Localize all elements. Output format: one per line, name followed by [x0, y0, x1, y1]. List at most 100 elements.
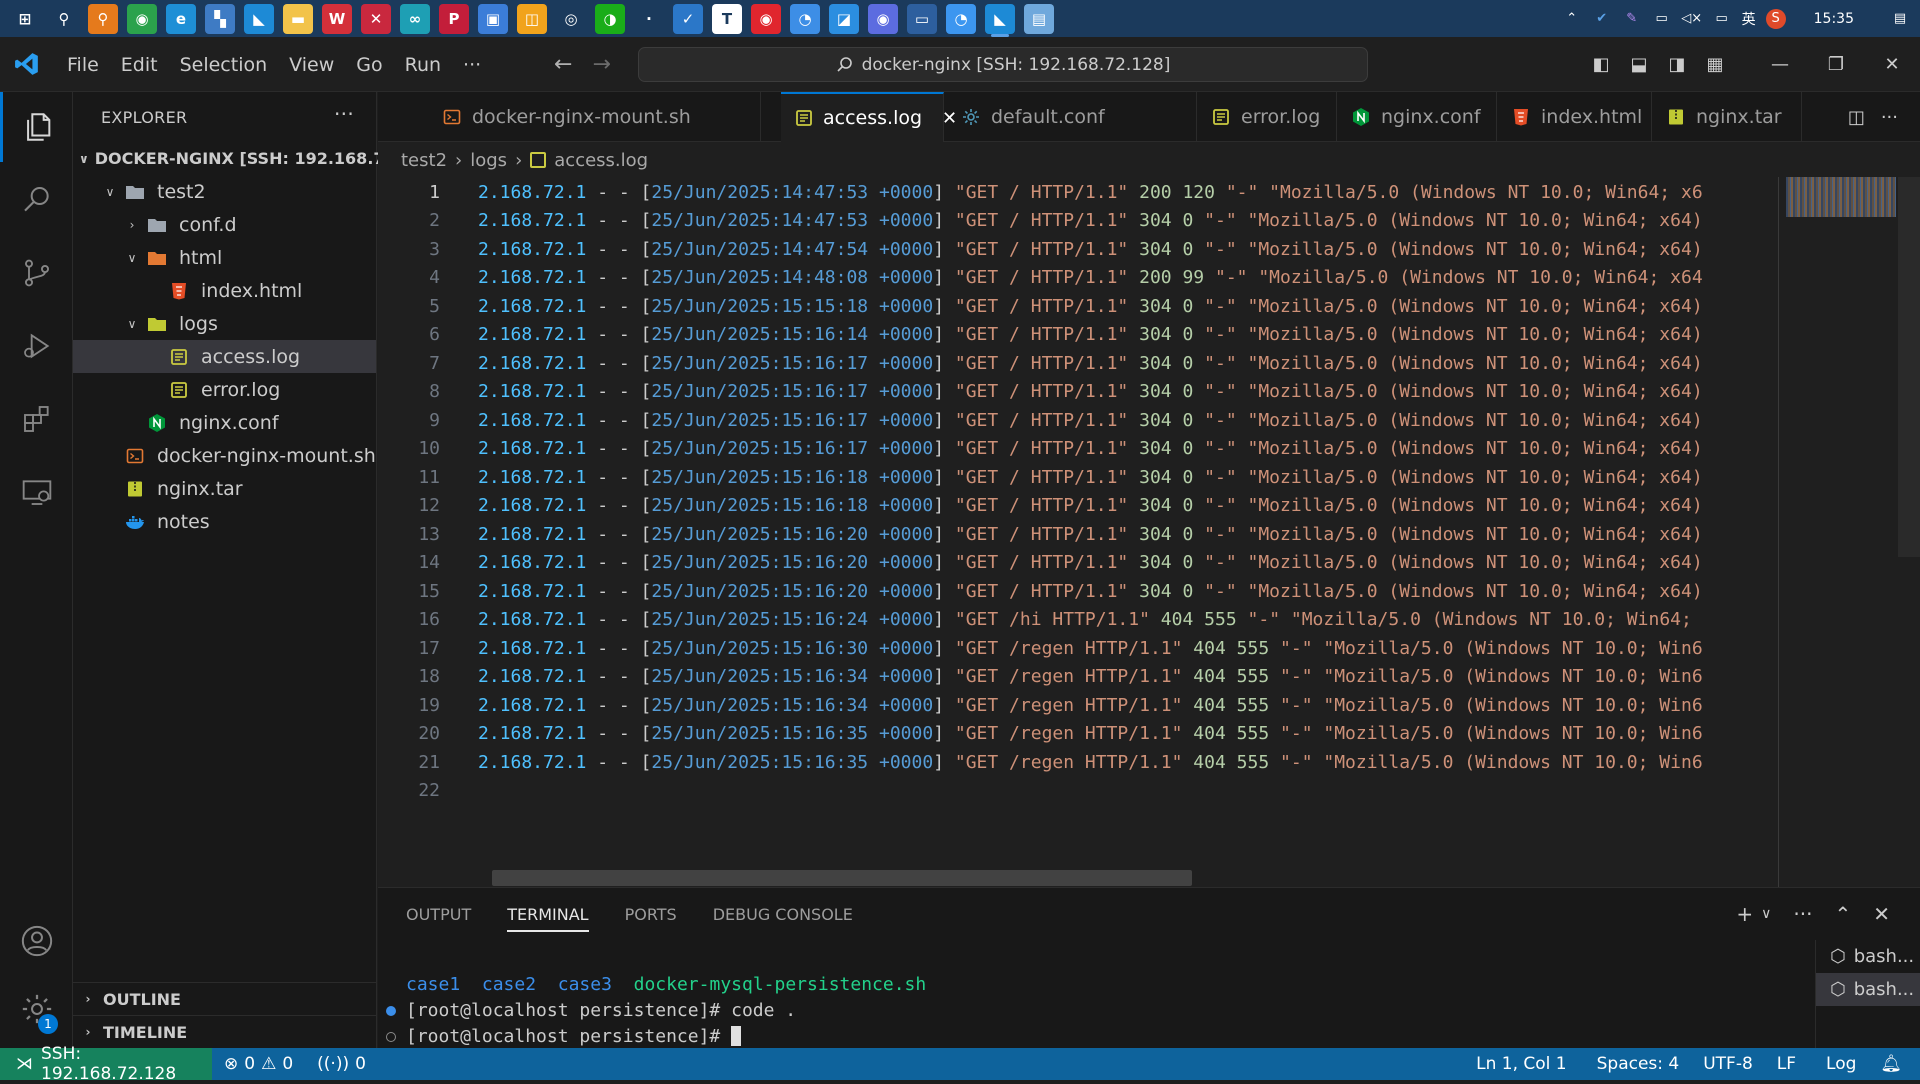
chevron-down-icon[interactable]: ∨: [1761, 906, 1771, 922]
everything-search-icon[interactable]: ⚲: [88, 3, 118, 34]
maximize-panel-icon[interactable]: ⌃: [1834, 902, 1851, 926]
search-activity[interactable]: [0, 165, 73, 235]
toggle-secondary-sidebar-icon[interactable]: ◨: [1658, 37, 1696, 92]
chevron-up-icon[interactable]: ⌃: [1562, 9, 1582, 29]
pen-icon[interactable]: ✎: [1622, 9, 1642, 29]
tree-item-notes[interactable]: notes: [73, 505, 376, 538]
source-control-activity[interactable]: [0, 238, 73, 308]
close-window-icon[interactable]: ✕: [1864, 37, 1920, 92]
menu-more[interactable]: ···: [452, 54, 492, 76]
back-arrow-icon[interactable]: ←: [554, 52, 572, 77]
breadcrumb-item-test2[interactable]: test2: [401, 150, 447, 171]
encoding[interactable]: UTF-8: [1691, 1054, 1765, 1074]
split-editor-icon[interactable]: ◫: [1848, 107, 1865, 128]
snipaste-icon[interactable]: ◫: [517, 3, 547, 34]
tab-nginx-conf[interactable]: nginx.conf: [1337, 92, 1497, 142]
command-decoration-icon[interactable]: [386, 1032, 396, 1042]
app-check-icon[interactable]: ✔: [1592, 9, 1612, 29]
tree-item-docker-nginx-mount-sh[interactable]: docker-nginx-mount.sh: [73, 439, 376, 472]
clock[interactable]: 15:35: [1814, 11, 1854, 27]
forward-arrow-icon[interactable]: →: [592, 52, 610, 77]
file-explorer-icon[interactable]: ▬: [283, 3, 313, 34]
tree-item-logs[interactable]: ∨ logs: [73, 307, 376, 340]
menu-file[interactable]: File: [56, 54, 110, 76]
tree-item-test2[interactable]: ∨ test2: [73, 175, 376, 208]
tab-debug-console[interactable]: DEBUG CONSOLE: [713, 905, 853, 924]
wps-icon[interactable]: W: [322, 3, 352, 34]
tab-output[interactable]: OUTPUT: [406, 905, 471, 924]
tab-terminal[interactable]: TERMINAL: [507, 905, 589, 932]
menu-go[interactable]: Go: [345, 54, 393, 76]
typora-icon[interactable]: T: [712, 3, 742, 34]
tree-item-nginx-tar[interactable]: nginx.tar: [73, 472, 376, 505]
app-cyan-icon[interactable]: ∞: [400, 3, 430, 34]
wechat-icon[interactable]: ◑: [595, 3, 625, 34]
pdf-icon[interactable]: P: [439, 3, 469, 34]
ports-indicator[interactable]: ((·)) 0: [305, 1054, 378, 1074]
menu-run[interactable]: Run: [394, 54, 452, 76]
vscode-blue-icon[interactable]: ◣: [244, 3, 274, 34]
app-blue-circle-icon[interactable]: ✓: [673, 3, 703, 34]
volume-muted-icon[interactable]: ◁×: [1681, 9, 1702, 29]
terminal-output[interactable]: case1 case2 case3 docker-mysql-persisten…: [378, 971, 1778, 1049]
tree-item-error-log[interactable]: error.log: [73, 373, 376, 406]
manage-activity[interactable]: 1: [0, 974, 73, 1044]
tab-ports[interactable]: PORTS: [625, 905, 677, 924]
tree-item-html[interactable]: ∨ html: [73, 241, 376, 274]
command-center[interactable]: docker-nginx [SSH: 192.168.72.128]: [638, 47, 1368, 82]
tab-default-conf[interactable]: default.conf: [947, 92, 1197, 142]
menu-edit[interactable]: Edit: [110, 54, 169, 76]
photos-icon[interactable]: ▣: [478, 3, 508, 34]
cursor-position[interactable]: Ln 1, Col 1: [1464, 1054, 1579, 1074]
vscode-active-icon[interactable]: ◣: [985, 3, 1015, 37]
notepad-icon[interactable]: ▤: [1024, 3, 1054, 34]
more-actions-icon[interactable]: ···: [1881, 107, 1898, 128]
tree-item-access-log[interactable]: access.log: [73, 340, 376, 373]
notification-icon[interactable]: ▤: [1890, 9, 1910, 29]
steam-icon[interactable]: ◎: [556, 4, 586, 34]
app-bird-icon[interactable]: ◔: [790, 3, 820, 34]
problems-indicator[interactable]: ⊗ 0 ⚠ 0: [212, 1054, 305, 1074]
language-mode[interactable]: Log: [1814, 1054, 1868, 1074]
vmware-icon[interactable]: ▚: [205, 3, 235, 34]
windows-start-icon[interactable]: ⊞: [10, 4, 40, 34]
app-window-icon[interactable]: ▭: [907, 3, 937, 34]
app-cloud-icon[interactable]: ◔: [946, 3, 976, 34]
menu-selection[interactable]: Selection: [169, 54, 279, 76]
chrome-icon[interactable]: ◉: [127, 3, 157, 34]
tab-nginx-tar[interactable]: nginx.tar: [1652, 92, 1802, 142]
tree-item-index-html[interactable]: index.html: [73, 274, 376, 307]
terminal-session-2[interactable]: ⬡ bash...: [1816, 973, 1920, 1006]
toggle-panel-icon[interactable]: ⬓: [1620, 37, 1658, 92]
tab-index-html[interactable]: index.html: [1497, 92, 1652, 142]
horizontal-scrollbar[interactable]: [492, 870, 1192, 886]
app-s-icon[interactable]: S: [1765, 8, 1786, 29]
terminal-session-1[interactable]: ⬡ bash...: [1816, 940, 1920, 973]
new-terminal-icon[interactable]: +: [1736, 902, 1753, 926]
tree-item-conf-d[interactable]: › conf.d: [73, 208, 376, 241]
netease-music-icon[interactable]: ◉: [751, 3, 781, 34]
network-icon[interactable]: ▭: [1652, 9, 1672, 29]
remote-explorer-activity[interactable]: [0, 457, 73, 527]
app-dark-icon[interactable]: ·: [634, 4, 664, 34]
explorer-activity[interactable]: [0, 92, 73, 162]
more-actions-icon[interactable]: ···: [334, 102, 354, 126]
command-decoration-icon[interactable]: [386, 1006, 396, 1016]
battery-icon[interactable]: ▭: [1712, 9, 1732, 29]
indentation[interactable]: Spaces: 4: [1585, 1054, 1692, 1074]
app-purple-icon[interactable]: ◉: [868, 3, 898, 34]
outline-section[interactable]: › OUTLINE: [73, 982, 377, 1015]
tree-item-nginx-conf[interactable]: nginx.conf: [73, 406, 376, 439]
end-of-line[interactable]: LF: [1765, 1054, 1808, 1074]
breadcrumb-item-logs[interactable]: logs: [470, 150, 507, 171]
remote-indicator[interactable]: ⋊ SSH: 192.168.72.128: [0, 1044, 212, 1084]
accounts-activity[interactable]: [0, 906, 73, 976]
tab-error-log[interactable]: error.log: [1197, 92, 1337, 142]
close-panel-icon[interactable]: ✕: [1873, 902, 1890, 926]
edge-icon[interactable]: e: [166, 3, 196, 34]
tab-docker-nginx-mount-sh[interactable]: docker-nginx-mount.sh: [428, 92, 761, 142]
vertical-scrollbar[interactable]: [1898, 177, 1920, 557]
restore-icon[interactable]: ❐: [1808, 37, 1864, 92]
code-editor[interactable]: 1 2.168.72.1 - - [25/Jun/2025:14:47:53 +0…: [378, 178, 1920, 890]
menu-view[interactable]: View: [278, 54, 345, 76]
